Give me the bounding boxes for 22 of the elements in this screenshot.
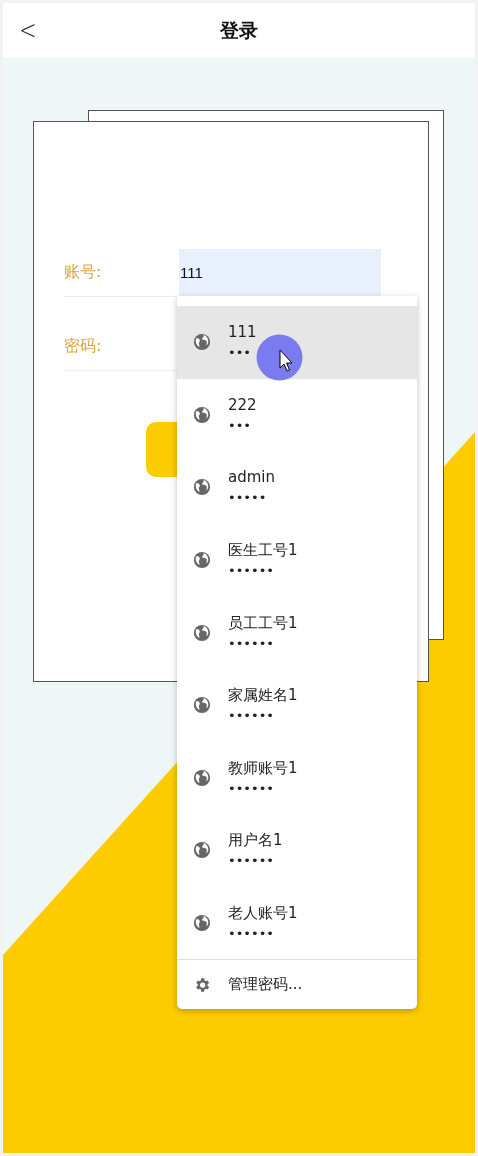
page-title: 登录 (220, 17, 258, 43)
username-text: 222 (228, 394, 257, 415)
manage-passwords-text: 管理密码... (228, 975, 303, 995)
password-dots: •••••• (228, 707, 275, 726)
username-text: 111 (228, 322, 257, 343)
username-text: admin (228, 467, 275, 488)
field-label: 密码: (64, 336, 103, 357)
password-dots: •••••• (228, 852, 275, 871)
username-text: 教师账号1 (228, 757, 298, 778)
password-dots: •••••• (228, 925, 275, 944)
password-dots: •••••• (228, 779, 275, 798)
password-dots: •••••• (228, 634, 275, 653)
username-text: 用户名1 (228, 830, 283, 851)
password-dots: •••••• (228, 562, 275, 581)
username-text: 员工工号1 (228, 612, 298, 633)
password-dots: ••• (228, 416, 252, 435)
password-dots: ••••• (228, 489, 268, 508)
username-text: 家属姓名1 (228, 685, 298, 706)
username-text: 医生工号1 (228, 540, 298, 561)
password-dots: ••• (228, 344, 252, 363)
username-text: 老人账号1 (228, 903, 298, 924)
field-label: 账号: (64, 262, 103, 283)
